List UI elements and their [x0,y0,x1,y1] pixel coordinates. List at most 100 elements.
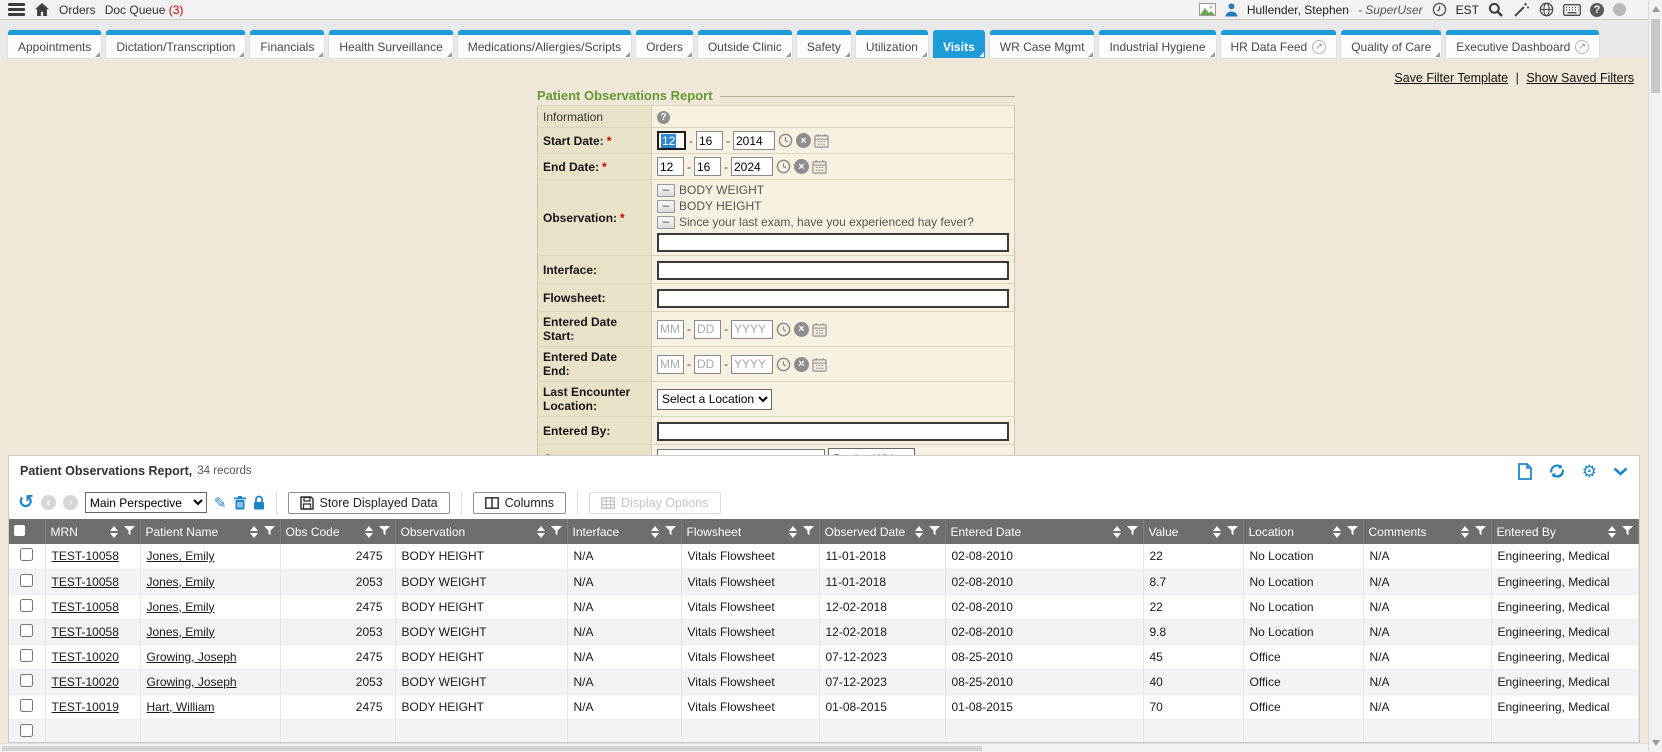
sort-icon[interactable] [1333,526,1341,538]
tab-executive-dashboard[interactable]: Executive Dashboard↗ [1446,30,1599,58]
filter-icon[interactable] [264,525,275,539]
filter-icon[interactable] [929,525,940,539]
image-icon[interactable] [1199,3,1216,16]
vertical-scroll-thumb[interactable] [1651,19,1660,93]
start-date-year-input[interactable] [733,131,775,150]
tab-visits[interactable]: Visits [933,30,985,58]
tab-orders[interactable]: Orders [636,30,693,58]
tab-quality-of-care[interactable]: Quality of Care [1341,30,1441,58]
mrn-link[interactable]: TEST-10058 [52,549,119,563]
remove-observation-button[interactable]: – [657,184,675,197]
perspective-select[interactable]: Main Perspective [85,492,207,513]
filter-icon[interactable] [665,525,676,539]
filter-icon[interactable] [379,525,390,539]
patient-name-link[interactable]: Growing, Joseph [147,675,237,689]
tab-dictation-transcription[interactable]: Dictation/Transcription [106,30,245,58]
mrn-link[interactable]: TEST-10020 [52,650,119,664]
help-icon[interactable]: ? [1590,3,1604,17]
mrn-link[interactable]: TEST-10058 [52,600,119,614]
entered-date-end-month-input[interactable] [657,355,684,374]
collapse-chevron-icon[interactable] [1613,467,1628,476]
home-icon[interactable] [34,2,50,17]
column-header-observation[interactable]: Observation [395,519,567,544]
filter-icon[interactable] [551,525,562,539]
tab-hr-data-feed[interactable]: HR Data Feed↗ [1221,30,1337,58]
columns-button[interactable]: Columns [473,492,566,514]
tab-industrial-hygiene[interactable]: Industrial Hygiene [1099,30,1215,58]
row-checkbox[interactable] [20,674,33,687]
tab-financials[interactable]: Financials [250,30,324,58]
patient-name-link[interactable]: Hart, William [147,700,215,714]
row-checkbox[interactable] [20,599,33,612]
remove-observation-button[interactable]: – [657,216,675,229]
column-header-observed-date[interactable]: Observed Date [819,519,945,544]
tab-outside-clinic[interactable]: Outside Clinic [698,30,792,58]
save-filter-template-link[interactable]: Save Filter Template [1394,71,1508,85]
show-saved-filters-link[interactable]: Show Saved Filters [1526,71,1634,85]
flowsheet-input[interactable] [657,289,1009,308]
entered-date-start-day-input[interactable] [694,320,721,339]
gear-icon[interactable]: ⚙ [1582,463,1597,480]
sort-icon[interactable] [537,526,545,538]
patient-name-link[interactable]: Jones, Emily [147,600,215,614]
scroll-up-icon[interactable] [1652,6,1660,12]
sort-icon[interactable] [250,526,258,538]
refresh-icon[interactable] [1548,463,1566,479]
clear-date-icon[interactable]: × [794,159,809,174]
mrn-link[interactable]: TEST-10058 [52,625,119,639]
row-checkbox[interactable] [20,624,33,637]
clear-date-icon[interactable]: × [796,133,811,148]
filter-icon[interactable] [803,525,814,539]
sort-icon[interactable] [110,526,118,538]
filter-icon[interactable] [1127,525,1138,539]
entered-by-input[interactable] [657,422,1009,441]
remove-observation-button[interactable]: – [657,200,675,213]
row-checkbox[interactable] [20,699,33,712]
patient-name-link[interactable]: Jones, Emily [147,549,215,563]
column-header-flowsheet[interactable]: Flowsheet [681,519,819,544]
start-date-day-input[interactable] [696,131,723,150]
form-help-icon[interactable]: ? [657,111,670,124]
sort-icon[interactable] [651,526,659,538]
row-checkbox[interactable] [20,724,33,737]
column-header-interface[interactable]: Interface [567,519,681,544]
column-header-obs-code[interactable]: Obs Code [280,519,395,544]
tab-utilization[interactable]: Utilization [856,30,928,58]
filter-icon[interactable] [1227,525,1238,539]
scroll-down-icon[interactable] [1652,740,1660,746]
next-perspective-icon[interactable]: › [63,495,78,510]
time-picker-icon[interactable] [776,357,791,372]
delete-perspective-icon[interactable] [234,496,246,510]
user-icon[interactable] [1225,3,1238,17]
horizontal-scrollbar[interactable] [0,743,1648,752]
calendar-icon[interactable] [812,322,827,337]
end-date-month-input[interactable] [657,157,684,176]
end-date-year-input[interactable] [731,157,773,176]
column-header-entered-date[interactable]: Entered Date [945,519,1143,544]
entered-date-end-day-input[interactable] [694,355,721,374]
tab-medications-allergies-scripts[interactable]: Medications/Allergies/Scripts [458,30,631,58]
row-checkbox[interactable] [20,649,33,662]
sort-icon[interactable] [1608,526,1616,538]
vertical-scrollbar[interactable] [1648,0,1662,752]
sort-icon[interactable] [915,526,923,538]
keyboard-icon[interactable] [1563,4,1581,16]
entered-date-start-month-input[interactable] [657,320,684,339]
entered-date-end-year-input[interactable] [731,355,773,374]
select-all-checkbox[interactable] [14,525,25,536]
tab-appointments[interactable]: Appointments [8,30,101,58]
menu-icon[interactable] [8,3,25,16]
sort-icon[interactable] [365,526,373,538]
row-checkbox[interactable] [20,548,33,561]
nav-doc-queue[interactable]: Doc Queue (3) [105,3,184,17]
globe-icon[interactable] [1539,2,1554,17]
tab-wr-case-mgmt[interactable]: WR Case Mgmt [990,30,1095,58]
start-date-month-input[interactable]: 12 [657,131,686,150]
column-header-value[interactable]: Value [1143,519,1243,544]
sort-icon[interactable] [1213,526,1221,538]
wand-icon[interactable] [1513,2,1530,18]
end-date-day-input[interactable] [694,157,721,176]
column-header-comments[interactable]: Comments [1363,519,1491,544]
horizontal-scroll-thumb[interactable] [2,746,982,751]
patient-name-link[interactable]: Growing, Joseph [147,650,237,664]
